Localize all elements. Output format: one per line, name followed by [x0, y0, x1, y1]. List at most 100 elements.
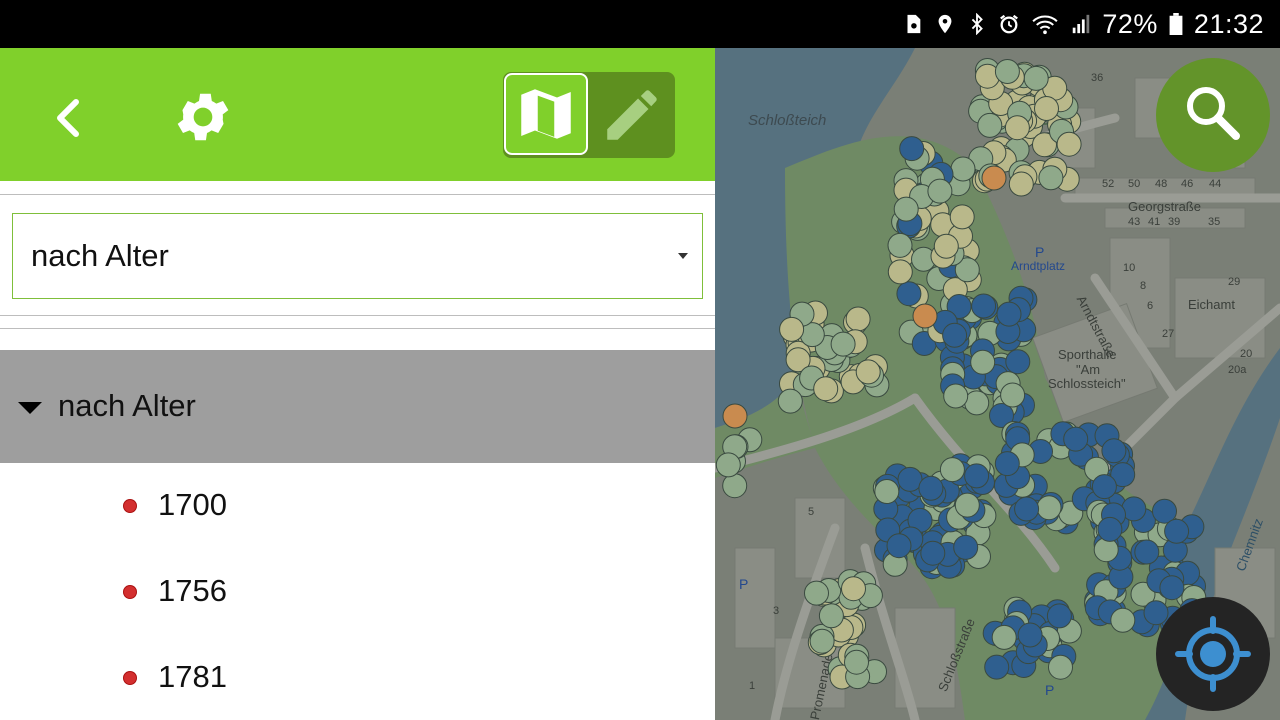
tree-marker[interactable] [994, 59, 1020, 84]
search-icon [1187, 87, 1240, 140]
filter-dropdown[interactable]: nach Alter [12, 213, 703, 299]
tree-marker[interactable] [1063, 426, 1089, 452]
tree-marker[interactable] [912, 303, 938, 329]
tree-marker[interactable] [949, 204, 975, 230]
legend-item[interactable]: 1700 [0, 463, 715, 549]
legend-item-label: 1700 [158, 487, 227, 522]
search-button[interactable] [1156, 58, 1270, 172]
tree-marker[interactable] [893, 196, 919, 222]
tree-marker[interactable] [981, 165, 1007, 191]
tree-marker[interactable] [1097, 516, 1123, 542]
tree-marker[interactable] [886, 533, 912, 559]
tree-marker[interactable] [991, 624, 1017, 650]
pencil-icon [607, 90, 657, 140]
tree-marker[interactable] [1091, 474, 1117, 500]
sd-card-icon [907, 14, 921, 34]
status-bar: 72% 21:32 [0, 0, 1280, 48]
filter-selected-value: nach Alter [31, 238, 169, 273]
tree-marker[interactable] [971, 293, 997, 319]
tree-marker[interactable] [830, 331, 856, 357]
tree-marker[interactable] [942, 322, 968, 348]
map-mode-button[interactable] [504, 73, 588, 155]
expand-caret-icon [18, 402, 42, 414]
chevron-down-icon [678, 253, 688, 259]
tree-marker[interactable] [779, 316, 805, 342]
tree-marker[interactable] [818, 603, 844, 629]
tree-marker[interactable] [920, 540, 946, 566]
tree-marker[interactable] [1000, 382, 1026, 408]
edit-mode-button[interactable] [589, 72, 675, 158]
battery-icon [1169, 13, 1183, 35]
back-button[interactable] [36, 86, 96, 146]
tree-marker[interactable] [994, 451, 1020, 477]
settings-button[interactable] [166, 80, 240, 154]
tree-marker[interactable] [1017, 622, 1043, 648]
tree-marker[interactable] [943, 383, 969, 409]
legend-group-label: nach Alter [58, 388, 196, 423]
tree-marker[interactable] [841, 576, 866, 602]
tree-marker[interactable] [1164, 518, 1190, 544]
tree-marker[interactable] [977, 112, 1003, 138]
chevron-left-icon [57, 99, 79, 137]
gear-icon [177, 93, 229, 141]
tree-marker[interactable] [1110, 607, 1136, 633]
tree-marker[interactable] [918, 475, 944, 501]
legend-list: nach Alter 1700 1756 1781 [0, 328, 715, 720]
battery-percent: 72% [1102, 8, 1158, 39]
tree-marker[interactable] [1046, 603, 1072, 629]
tree-marker[interactable] [1005, 349, 1031, 375]
legend-group-header[interactable]: nach Alter [0, 350, 715, 463]
tree-marker[interactable] [722, 473, 748, 499]
tree-marker[interactable] [1014, 496, 1040, 522]
tree-marker[interactable] [1101, 438, 1127, 464]
tree-marker[interactable] [984, 654, 1010, 680]
tree-marker[interactable] [1056, 131, 1082, 157]
legend-item[interactable]: 1756 [0, 549, 715, 635]
tree-marker[interactable] [970, 349, 996, 375]
tree-marker[interactable] [1034, 96, 1059, 121]
tree-marker[interactable] [887, 259, 913, 285]
tree-marker[interactable] [887, 232, 913, 258]
red-dot-icon [124, 586, 136, 598]
tree-marker[interactable] [1008, 171, 1034, 197]
tree-marker[interactable] [1023, 65, 1049, 91]
tree-marker[interactable] [874, 479, 900, 504]
my-location-icon [1175, 616, 1251, 692]
tree-marker[interactable] [897, 466, 923, 492]
legend-item[interactable]: 1781 [0, 635, 715, 720]
tree-marker[interactable] [813, 376, 839, 402]
map-icon [521, 89, 571, 139]
clock: 21:32 [1193, 8, 1264, 39]
tree-marker[interactable] [1004, 115, 1030, 141]
tree-marker[interactable] [1038, 165, 1064, 191]
tree-marker[interactable] [804, 580, 829, 606]
tree-marker[interactable] [844, 649, 869, 675]
tree-marker[interactable] [1036, 495, 1062, 521]
legend-item-label: 1781 [158, 659, 227, 694]
filter-section: nach Alter [0, 194, 715, 316]
tree-marker[interactable] [855, 359, 881, 385]
tree-marker[interactable] [715, 452, 741, 478]
tree-marker[interactable] [927, 178, 953, 204]
tree-marker[interactable] [953, 534, 979, 560]
tree-marker[interactable] [1134, 539, 1160, 565]
side-panel: nach Alter nach Alter 1700 1756 1781 [0, 48, 715, 720]
tree-marker[interactable] [964, 390, 990, 416]
my-location-button[interactable] [1156, 597, 1270, 711]
signal-icon [1073, 14, 1090, 34]
tree-marker[interactable] [939, 457, 965, 483]
tree-marker[interactable] [950, 156, 976, 182]
tree-marker[interactable] [954, 492, 980, 518]
tree-marker[interactable] [809, 628, 835, 654]
tree-marker[interactable] [933, 233, 959, 259]
tree-marker[interactable] [1048, 654, 1073, 680]
tree-marker[interactable] [896, 281, 922, 307]
mode-toggle[interactable] [503, 72, 675, 158]
tree-marker[interactable] [845, 306, 871, 332]
tree-marker[interactable] [722, 403, 748, 429]
alarm-icon [1000, 14, 1019, 34]
tree-marker[interactable] [964, 463, 990, 489]
tree-marker[interactable] [899, 136, 925, 162]
tree-marker[interactable] [777, 388, 803, 414]
tree-marker[interactable] [996, 301, 1022, 327]
